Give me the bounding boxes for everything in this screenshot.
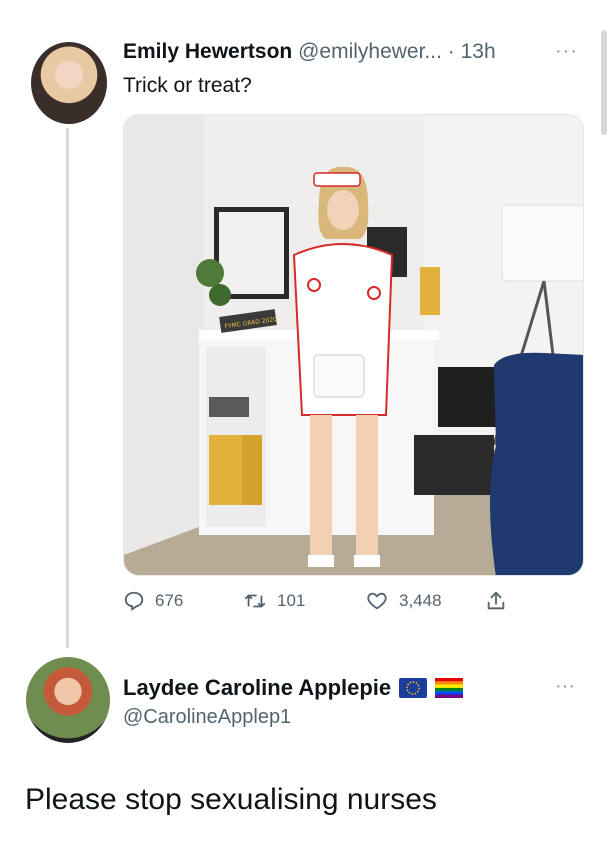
scrollbar[interactable] bbox=[601, 30, 607, 135]
reply-header: Laydee Caroline Applepie bbox=[123, 675, 464, 701]
reply-text: Please stop sexualising nurses bbox=[25, 783, 437, 816]
heart-icon bbox=[367, 592, 387, 610]
more-options-button[interactable]: ··· bbox=[555, 40, 578, 63]
reply-action[interactable]: 676 bbox=[123, 590, 183, 612]
share-icon bbox=[487, 591, 505, 610]
retweet-action[interactable]: 101 bbox=[243, 590, 305, 612]
author-avatar[interactable] bbox=[31, 42, 107, 124]
eu-flag-icon bbox=[399, 678, 428, 698]
rainbow-flag-icon bbox=[435, 678, 464, 698]
reply-author-handle[interactable]: @CarolineApplep1 bbox=[123, 706, 291, 729]
like-count: 3,448 bbox=[399, 591, 442, 610]
tweet-text: Trick or treat? bbox=[123, 74, 252, 97]
author-handle-time[interactable]: @emilyhewer... · 13h bbox=[298, 40, 496, 63]
like-action[interactable]: 3,448 bbox=[365, 590, 442, 612]
share-action[interactable] bbox=[485, 590, 507, 612]
retweet-count: 101 bbox=[277, 591, 306, 610]
reply-icon bbox=[124, 591, 144, 611]
tweet-header: Emily Hewertson @emilyhewer... · 13h bbox=[123, 40, 496, 64]
tweet-actions: 676 101 3,448 bbox=[123, 590, 523, 620]
reply-more-options-button[interactable]: ··· bbox=[555, 675, 575, 698]
photo-illustration: FYMC GRAD 2020 bbox=[124, 115, 583, 575]
reply-author-avatar[interactable] bbox=[26, 657, 110, 743]
reply-count: 676 bbox=[155, 591, 184, 610]
author-name[interactable]: Emily Hewertson bbox=[123, 40, 292, 63]
tweet-photo[interactable]: FYMC GRAD 2020 bbox=[123, 114, 584, 576]
thread-connector-line bbox=[66, 128, 69, 648]
retweet-icon bbox=[244, 594, 266, 608]
reply-author-name[interactable]: Laydee Caroline Applepie bbox=[123, 675, 391, 701]
